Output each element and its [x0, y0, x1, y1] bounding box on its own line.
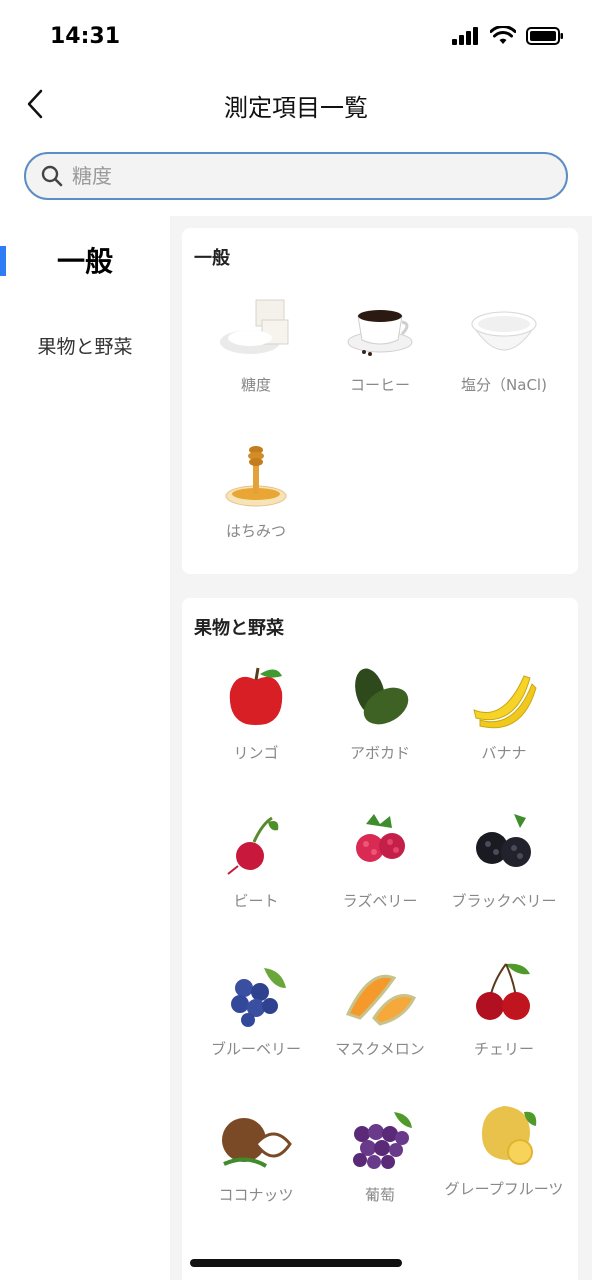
salt-bowl-icon — [471, 311, 537, 351]
page-title: 測定項目一覧 — [224, 94, 368, 122]
beet-icon — [227, 816, 279, 875]
item-cherry[interactable]: チェリー — [438, 958, 570, 1060]
item-honey[interactable]: はちみつ — [190, 440, 322, 542]
item-label: 塩分（NaCl) — [461, 376, 547, 394]
item-grapefruit[interactable]: グレープフルーツ — [438, 1098, 570, 1200]
banana-icon — [473, 675, 537, 729]
home-indicator — [190, 1259, 402, 1267]
coconut-icon — [222, 1118, 292, 1168]
grape-icon — [353, 1112, 412, 1169]
item-apple[interactable]: リンゴ — [190, 662, 322, 764]
item-grape[interactable]: 葡萄 — [314, 1104, 446, 1206]
battery-icon — [526, 27, 563, 45]
blueberry-icon — [231, 968, 286, 1027]
search-icon — [41, 165, 63, 187]
item-blueberry[interactable]: ブルーベリー — [190, 958, 322, 1060]
section-title: 果物と野菜 — [194, 618, 284, 639]
item-label: ブラックベリー — [451, 892, 557, 910]
item-avocado[interactable]: アボカド — [314, 662, 446, 764]
apple-icon — [229, 667, 283, 725]
item-label: 葡萄 — [364, 1186, 395, 1204]
item-sugar[interactable]: 糖度 — [190, 294, 322, 396]
item-salt[interactable]: 塩分（NaCl) — [438, 294, 570, 396]
cherry-icon — [476, 963, 530, 1020]
item-melon[interactable]: マスクメロン — [314, 958, 446, 1060]
item-beet[interactable]: ビート — [190, 810, 322, 912]
section-card-fruits-vegetables: 果物と野菜 リンゴ アボカド バナナ ビート ラズベリー ブラックベリー ブルー… — [182, 598, 578, 1280]
category-sidebar: 一般 果物と野菜 — [0, 216, 170, 1280]
sidebar-item-label: 一般 — [56, 245, 113, 278]
wifi-icon — [490, 26, 516, 44]
raspberry-icon — [356, 814, 405, 862]
item-label: コーヒー — [349, 376, 410, 394]
avocado-icon — [355, 668, 409, 725]
item-label: ブルーベリー — [210, 1040, 301, 1058]
search-input[interactable] — [70, 163, 514, 189]
search-bar[interactable] — [24, 152, 568, 200]
section-title: 一般 — [194, 248, 230, 269]
coffee-cup-icon — [347, 310, 413, 356]
cellular-signal-icon — [452, 27, 478, 45]
item-label: マスクメロン — [335, 1040, 425, 1058]
honey-icon — [225, 446, 287, 507]
item-label: グレープフルーツ — [444, 1180, 564, 1198]
status-icons — [452, 26, 564, 46]
content-area: 一般 糖度 コーヒー 塩分（NaCl) はちみつ 果物と野菜 リンゴ アボカド … — [170, 216, 592, 1280]
status-time: 14:31 — [50, 24, 121, 49]
item-label: ビート — [233, 892, 279, 910]
item-blackberry[interactable]: ブラックベリー — [438, 810, 570, 912]
sidebar-item-fruits-vegetables[interactable]: 果物と野菜 — [0, 332, 170, 359]
item-banana[interactable]: バナナ — [438, 662, 570, 764]
item-label: アボカド — [349, 744, 410, 762]
item-label: ラズベリー — [342, 892, 418, 910]
sidebar-item-general[interactable]: 一般 — [0, 240, 170, 280]
item-label: ココナッツ — [218, 1186, 294, 1204]
item-label: チェリー — [473, 1040, 534, 1058]
item-coffee[interactable]: コーヒー — [314, 294, 446, 396]
item-label: 糖度 — [240, 376, 271, 394]
item-coconut[interactable]: ココナッツ — [190, 1104, 322, 1206]
item-label: バナナ — [481, 744, 527, 762]
blackberry-icon — [476, 814, 531, 867]
section-card-general: 一般 糖度 コーヒー 塩分（NaCl) はちみつ — [182, 228, 578, 574]
item-label: はちみつ — [225, 522, 286, 540]
sugar-cubes-icon — [220, 299, 289, 354]
navigation-bar: 測定項目一覧 — [0, 76, 592, 134]
sidebar-item-label: 果物と野菜 — [37, 336, 133, 358]
item-label: リンゴ — [233, 744, 279, 762]
status-bar: 14:31 — [0, 0, 592, 76]
melon-icon — [345, 974, 417, 1026]
grapefruit-icon — [482, 1106, 537, 1165]
item-raspberry[interactable]: ラズベリー — [314, 810, 446, 912]
